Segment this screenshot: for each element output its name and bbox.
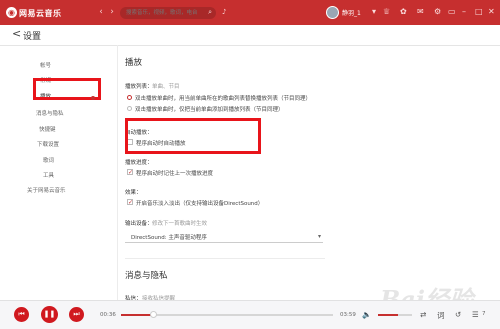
title-bar bbox=[0, 0, 500, 25]
volume-icon[interactable]: 🔈 bbox=[362, 310, 371, 319]
maximize-icon[interactable]: □ bbox=[475, 7, 483, 17]
nav-forward-icon[interactable]: › bbox=[107, 7, 117, 17]
playlist-icon[interactable]: ☰ bbox=[472, 310, 479, 319]
page-header bbox=[0, 25, 500, 46]
sidebar-item-privacy[interactable]: 消息与隐私 bbox=[36, 109, 106, 117]
remember-progress-checkbox[interactable]: ✓ bbox=[127, 169, 133, 176]
gear-icon[interactable]: ⚙ bbox=[434, 7, 441, 17]
sidebar-item-about[interactable]: 关于网易云音乐 bbox=[27, 186, 97, 194]
page-title: 设置 bbox=[23, 32, 42, 42]
next-track-icon[interactable]: ⏭ bbox=[69, 307, 84, 322]
search-input[interactable] bbox=[126, 7, 204, 19]
playlist-replace-radio[interactable] bbox=[127, 95, 132, 100]
sidebar-item-shortcuts[interactable]: 快捷键 bbox=[39, 125, 109, 133]
sidebar-item-tools[interactable]: 工具 bbox=[43, 171, 113, 179]
sidebar-item-account[interactable]: 帐号 bbox=[40, 61, 110, 69]
sidebar-item-lyrics[interactable]: 歌词 bbox=[43, 156, 113, 164]
output-hint: 修改下一首歌曲时生效 bbox=[152, 221, 208, 227]
total-time: 03:59 bbox=[340, 312, 356, 318]
avatar[interactable] bbox=[326, 6, 339, 19]
sidebar-item-download[interactable]: 下载设置 bbox=[37, 140, 107, 148]
minimize-icon[interactable]: – bbox=[462, 7, 466, 17]
progress-knob[interactable] bbox=[149, 311, 157, 318]
progress-fill bbox=[121, 314, 153, 316]
skin-icon[interactable]: ✿ bbox=[400, 7, 407, 17]
volume-fill bbox=[378, 314, 399, 316]
divider bbox=[117, 45, 118, 300]
mini-mode-icon[interactable]: ▭ bbox=[448, 7, 456, 17]
playlist-label: 播放列表： bbox=[125, 84, 153, 90]
nav-back-icon[interactable]: ‹ bbox=[96, 7, 106, 17]
remember-progress-option[interactable]: 程序启动时记住上一次播放进度 bbox=[136, 169, 213, 177]
current-time: 00:36 bbox=[100, 312, 116, 318]
output-device-value: DirectSound: 主声音驱动程序 bbox=[131, 235, 207, 241]
pause-icon[interactable]: ❚❚ bbox=[41, 306, 58, 323]
effect-label: 效果： bbox=[125, 190, 142, 196]
section-title-privacy: 消息与隐私 bbox=[125, 271, 168, 281]
previous-track-icon[interactable]: ⏮ bbox=[14, 307, 29, 322]
output-label: 输出设备： bbox=[125, 221, 153, 227]
active-indicator bbox=[91, 96, 95, 100]
lyrics-icon[interactable]: 词 bbox=[437, 310, 445, 321]
close-icon[interactable]: ✕ bbox=[488, 7, 495, 17]
username[interactable]: 静羽_1 bbox=[342, 8, 361, 17]
divider bbox=[125, 258, 325, 259]
playlist-hint: 单曲、节目 bbox=[152, 84, 180, 90]
highlight-box bbox=[125, 118, 261, 154]
chevron-down-icon[interactable]: ▾ bbox=[372, 7, 376, 17]
fade-checkbox[interactable]: ✓ bbox=[127, 199, 133, 206]
app-title: 网易云音乐 bbox=[19, 9, 62, 18]
playlist-replace-label[interactable]: 双击播放单曲时，用当前单曲所在的歌曲列表替换播放列表（节目同理） bbox=[135, 94, 311, 102]
playlist-append-label[interactable]: 双击播放单曲时，仅把当前单曲添加到播放列表（节目同理） bbox=[135, 105, 284, 113]
search-icon[interactable]: ⌕ bbox=[208, 8, 212, 17]
playlist-count[interactable]: 7 bbox=[482, 311, 486, 317]
fade-option[interactable]: 开启音乐淡入淡出（仅支持输出设备DirectSound） bbox=[136, 199, 263, 207]
netease-logo-icon: ◉ bbox=[6, 7, 17, 18]
search-box[interactable]: ⌕ bbox=[120, 7, 216, 19]
output-device-select[interactable]: DirectSound: 主声音驱动程序 ▾ bbox=[125, 231, 323, 243]
shuffle-icon[interactable]: ⇄ bbox=[420, 310, 426, 319]
mail-icon[interactable]: ✉ bbox=[417, 7, 424, 17]
share-icon[interactable]: ↺ bbox=[455, 310, 461, 319]
section-title-play: 播放 bbox=[125, 58, 143, 68]
back-icon[interactable]: < bbox=[12, 27, 21, 40]
vip-icon[interactable]: ♕ bbox=[383, 7, 390, 17]
microphone-icon[interactable]: ♪ bbox=[222, 8, 229, 17]
playlist-append-radio[interactable] bbox=[127, 106, 132, 111]
progress-label: 播放进度： bbox=[125, 160, 153, 166]
chevron-down-icon: ▾ bbox=[317, 233, 321, 240]
